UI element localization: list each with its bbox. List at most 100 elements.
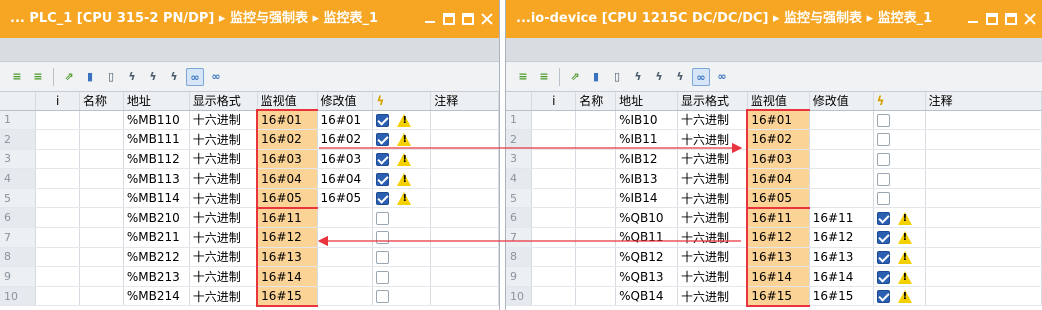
- name-cell[interactable]: [575, 207, 617, 229]
- display-format-cell[interactable]: 十六进制: [189, 207, 258, 229]
- modify-checkbox[interactable]: [876, 113, 890, 127]
- display-format-cell[interactable]: 十六进制: [677, 247, 748, 268]
- modify-value-cell[interactable]: 16#12: [809, 227, 874, 248]
- modify-value-cell[interactable]: 16#05: [317, 188, 374, 209]
- address-cell[interactable]: %QB10: [615, 207, 679, 229]
- col-name-header[interactable]: 名称: [79, 92, 124, 111]
- col-info-header[interactable]: i: [35, 92, 80, 111]
- name-cell[interactable]: [575, 266, 617, 287]
- modify-value-cell[interactable]: [809, 168, 874, 189]
- monitor-once-icon[interactable]: ∞: [207, 68, 225, 86]
- table-row[interactable]: 4 %MB113 十六进制 16#04 16#04: [0, 168, 499, 189]
- table-row[interactable]: 8 %MB212 十六进制 16#13: [0, 247, 499, 268]
- name-cell[interactable]: [575, 286, 617, 307]
- minimize-icon[interactable]: [424, 13, 436, 25]
- table-row[interactable]: 8 %QB12 十六进制 16#13 16#13: [506, 247, 1042, 268]
- comment-cell[interactable]: [925, 247, 1042, 268]
- modify-now-icon[interactable]: ▮: [81, 68, 99, 86]
- col-monitor-header[interactable]: 监视值: [257, 92, 318, 111]
- comment-cell[interactable]: [430, 207, 499, 229]
- address-cell[interactable]: %QB13: [615, 266, 679, 287]
- modify-value-cell[interactable]: 16#02: [317, 129, 374, 150]
- address-cell[interactable]: %MB112: [123, 149, 190, 170]
- table-row[interactable]: 2 %IB11 十六进制 16#02: [506, 129, 1042, 150]
- address-cell[interactable]: %MB214: [123, 286, 190, 307]
- monitor-all-icon[interactable]: ∞: [692, 67, 710, 86]
- table-row[interactable]: 9 %MB213 十六进制 16#14: [0, 266, 499, 287]
- insert-row-icon[interactable]: ≡: [514, 68, 532, 86]
- name-cell[interactable]: [575, 110, 617, 131]
- display-format-cell[interactable]: 十六进制: [189, 247, 258, 268]
- add-row-icon[interactable]: ≡: [29, 68, 47, 86]
- display-format-cell[interactable]: 十六进制: [189, 168, 258, 189]
- modify-value-cell[interactable]: [317, 207, 374, 229]
- force-icon[interactable]: ⇗: [566, 68, 584, 86]
- address-cell[interactable]: %IB12: [615, 149, 679, 170]
- col-force-header[interactable]: ϟ: [873, 92, 926, 111]
- comment-cell[interactable]: [925, 188, 1042, 209]
- address-cell[interactable]: %IB11: [615, 129, 679, 150]
- lightning-1-icon[interactable]: ϟ: [629, 68, 647, 86]
- address-cell[interactable]: %MB111: [123, 129, 190, 150]
- modify-value-cell[interactable]: 16#15: [809, 286, 874, 307]
- comment-cell[interactable]: [925, 286, 1042, 307]
- lightning-check-icon[interactable]: ϟ: [671, 68, 689, 86]
- address-cell[interactable]: %MB211: [123, 227, 190, 248]
- table-row[interactable]: 2 %MB111 十六进制 16#02 16#02: [0, 129, 499, 150]
- name-cell[interactable]: [79, 207, 124, 229]
- restore-icon[interactable]: [986, 13, 998, 25]
- comment-cell[interactable]: [925, 266, 1042, 287]
- col-address-header[interactable]: 地址: [123, 92, 190, 111]
- lightning-percent-icon[interactable]: ϟ: [650, 68, 668, 86]
- lightning-1-icon[interactable]: ϟ: [123, 68, 141, 86]
- modify-checkbox[interactable]: [876, 133, 890, 147]
- table-row[interactable]: 5 %MB114 十六进制 16#05 16#05: [0, 188, 499, 209]
- display-format-cell[interactable]: 十六进制: [677, 227, 748, 248]
- modify-trigger-icon[interactable]: ▯: [102, 68, 120, 86]
- force-cell[interactable]: [873, 266, 926, 287]
- name-cell[interactable]: [575, 227, 617, 248]
- display-format-cell[interactable]: 十六进制: [677, 168, 748, 189]
- display-format-cell[interactable]: 十六进制: [189, 129, 258, 150]
- comment-cell[interactable]: [925, 110, 1042, 131]
- comment-cell[interactable]: [430, 266, 499, 287]
- monitor-once-icon[interactable]: ∞: [713, 68, 731, 86]
- monitor-all-icon[interactable]: ∞: [186, 67, 204, 86]
- lightning-percent-icon[interactable]: ϟ: [144, 68, 162, 86]
- col-monitor-header[interactable]: 监视值: [747, 92, 810, 111]
- comment-cell[interactable]: [925, 149, 1042, 170]
- comment-cell[interactable]: [430, 110, 499, 131]
- col-address-header[interactable]: 地址: [615, 92, 679, 111]
- modify-checkbox[interactable]: [376, 133, 390, 147]
- name-cell[interactable]: [79, 129, 124, 150]
- display-format-cell[interactable]: 十六进制: [189, 110, 258, 131]
- comment-cell[interactable]: [430, 247, 499, 268]
- modify-value-cell[interactable]: [809, 188, 874, 209]
- col-modify-header[interactable]: 修改值: [809, 92, 874, 111]
- table-row[interactable]: 7 %MB211 十六进制 16#12: [0, 227, 499, 248]
- modify-checkbox[interactable]: [376, 290, 390, 304]
- table-row[interactable]: 3 %IB12 十六进制 16#03: [506, 149, 1042, 170]
- force-cell[interactable]: [372, 286, 432, 307]
- col-rownum-header[interactable]: [506, 92, 533, 111]
- modify-value-cell[interactable]: [809, 129, 874, 150]
- display-format-cell[interactable]: 十六进制: [677, 149, 748, 170]
- display-format-cell[interactable]: 十六进制: [189, 286, 258, 307]
- address-cell[interactable]: %MB113: [123, 168, 190, 189]
- comment-cell[interactable]: [925, 129, 1042, 150]
- col-force-header[interactable]: ϟ: [372, 92, 432, 111]
- modify-checkbox[interactable]: [876, 250, 890, 264]
- modify-checkbox[interactable]: [376, 270, 390, 284]
- modify-checkbox[interactable]: [376, 192, 390, 206]
- force-cell[interactable]: [372, 247, 432, 268]
- name-cell[interactable]: [79, 149, 124, 170]
- display-format-cell[interactable]: 十六进制: [677, 207, 748, 229]
- modify-checkbox[interactable]: [376, 152, 390, 166]
- modify-checkbox[interactable]: [376, 172, 390, 186]
- comment-cell[interactable]: [925, 168, 1042, 189]
- restore-icon[interactable]: [443, 13, 455, 25]
- address-cell[interactable]: %QB11: [615, 227, 679, 248]
- force-cell[interactable]: [372, 227, 432, 248]
- modify-checkbox[interactable]: [876, 192, 890, 206]
- modify-value-cell[interactable]: 16#01: [317, 110, 374, 131]
